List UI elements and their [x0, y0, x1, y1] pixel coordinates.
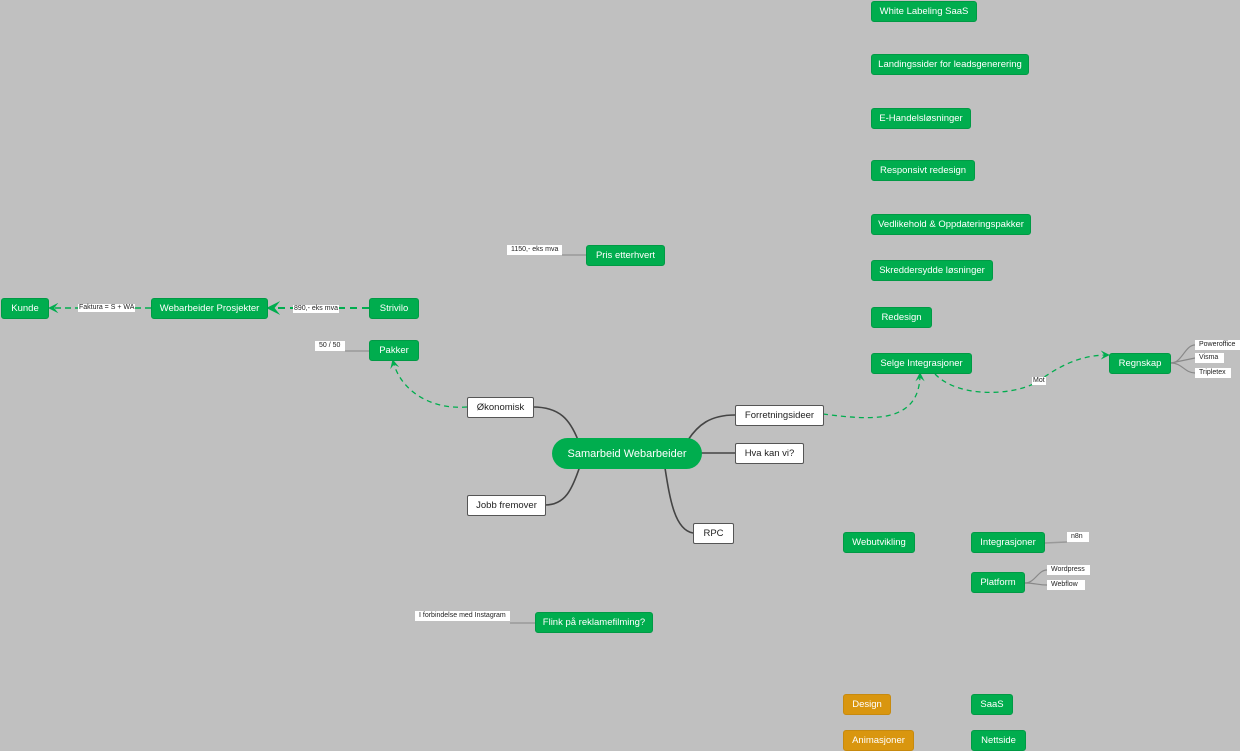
connector-rpc	[664, 467, 694, 534]
node-kunde[interactable]: Kunde	[1, 298, 49, 319]
idea-skreddersydde[interactable]: Skreddersydde løsninger	[871, 260, 993, 281]
node-platform[interactable]: Platform	[971, 572, 1025, 593]
idea-vedlikehold[interactable]: Vedlikehold & Oppdateringspakker	[871, 214, 1031, 235]
node-integrasjoner[interactable]: Integrasjoner	[971, 532, 1045, 553]
idea-responsivt-redesign[interactable]: Responsivt redesign	[871, 160, 975, 181]
tag-pris[interactable]: 1150,- eks mva	[507, 245, 562, 255]
tag-visma[interactable]: Visma	[1195, 353, 1224, 363]
edge-label-mot: Mot	[1032, 377, 1046, 385]
connector-okonomisk	[532, 406, 579, 441]
edge-label-faktura: Faktura = S + WA	[78, 304, 136, 312]
node-pris-etterhvert[interactable]: Pris etterhvert	[586, 245, 665, 266]
node-strivilo[interactable]: Strivilo	[369, 298, 419, 319]
connector-n8n-tag	[1044, 541, 1068, 544]
connector-okonomisk-pakker	[390, 359, 468, 408]
node-pakker[interactable]: Pakker	[369, 340, 419, 361]
node-design[interactable]: Design	[843, 694, 891, 715]
tag-instagram[interactable]: I forbindelse med Instagram	[415, 611, 510, 621]
tag-webflow[interactable]: Webflow	[1047, 580, 1085, 590]
connector-visma-tag	[1170, 357, 1196, 364]
node-regnskap[interactable]: Regnskap	[1109, 353, 1171, 374]
connector-jobb-fremover	[544, 465, 581, 506]
central-topic[interactable]: Samarbeid Webarbeider	[552, 438, 702, 469]
node-saas[interactable]: SaaS	[971, 694, 1013, 715]
connector-webflow-tag	[1024, 582, 1048, 586]
connector-tripletex-tag	[1170, 362, 1196, 374]
connector-wordpress-tag	[1024, 569, 1048, 584]
connector-layer	[47, 254, 1196, 624]
idea-white-labeling-saas[interactable]: White Labeling SaaS	[871, 1, 977, 22]
idea-landingssider[interactable]: Landingssider for leadsgenerering	[871, 54, 1029, 75]
connector-forretningsideer	[687, 414, 736, 441]
branch-okonomisk[interactable]: Økonomisk	[467, 397, 534, 418]
node-reklamefilming[interactable]: Flink på reklamefilming?	[535, 612, 653, 633]
idea-redesign[interactable]: Redesign	[871, 307, 932, 328]
tag-pakker[interactable]: 50 / 50	[315, 341, 345, 351]
node-webarbeider-prosjekter[interactable]: Webarbeider Prosjekter	[151, 298, 268, 319]
idea-e-handel[interactable]: E-Handelsløsninger	[871, 108, 971, 129]
idea-selge-integrasjoner[interactable]: Selge Integrasjoner	[871, 353, 972, 374]
tag-tripletex[interactable]: Tripletex	[1195, 368, 1231, 378]
branch-rpc[interactable]: RPC	[693, 523, 734, 544]
tag-n8n[interactable]: n8n	[1067, 532, 1089, 542]
node-webutvikling[interactable]: Webutvikling	[843, 532, 915, 553]
branch-hva-kan-vi[interactable]: Hva kan vi?	[735, 443, 804, 464]
branch-forretningsideer[interactable]: Forretningsideer	[735, 405, 824, 426]
tag-poweroffice[interactable]: Poweroffice	[1195, 340, 1240, 350]
edge-label-price: 890,- eks mva	[293, 305, 339, 313]
mindmap-canvas[interactable]: Faktura = S + WA 890,- eks mva Mot Samar…	[0, 0, 1240, 751]
tag-wordpress[interactable]: Wordpress	[1047, 565, 1090, 575]
connector-forretningsideer-integrasjoner	[822, 372, 925, 419]
branch-jobb-fremover[interactable]: Jobb fremover	[467, 495, 546, 516]
connector-poweroffice-tag	[1170, 344, 1196, 364]
